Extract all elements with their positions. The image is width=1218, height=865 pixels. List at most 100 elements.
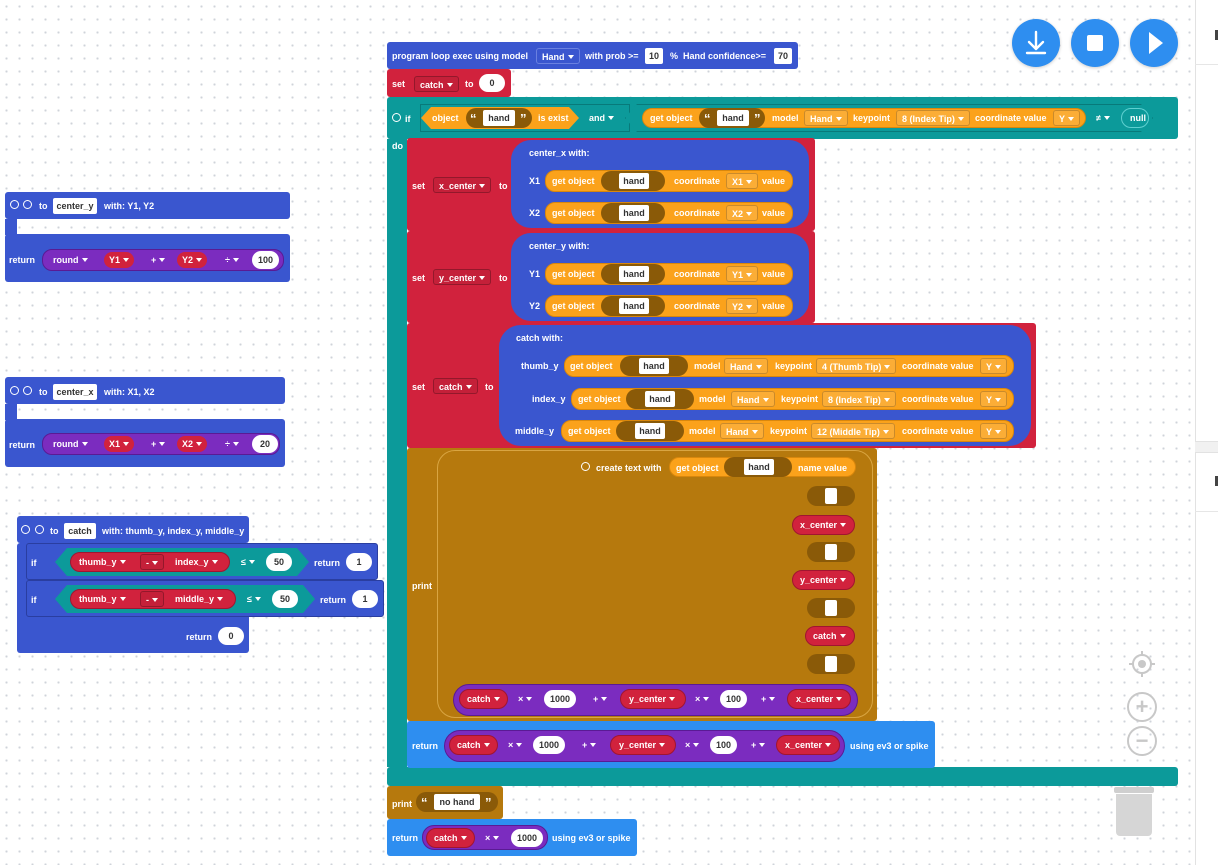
thumb-y-variable[interactable]: thumb_y: [74, 554, 131, 570]
empty-string-text[interactable]: [825, 544, 837, 560]
times-operator[interactable]: ×: [513, 691, 537, 707]
model-dropdown[interactable]: Hand: [731, 391, 775, 407]
keypoint-dropdown[interactable]: 8 (Index Tip): [896, 110, 970, 126]
gear-icon[interactable]: [21, 525, 30, 534]
x-center-variable-dropdown[interactable]: x_center: [433, 177, 492, 193]
catch-variable-label[interactable]: catch: [462, 691, 505, 707]
function-name[interactable]: center_y: [53, 198, 97, 214]
prob-input[interactable]: 10: [645, 48, 663, 64]
hand-text[interactable]: hand: [645, 391, 675, 407]
keypoint-dropdown[interactable]: 4 (Thumb Tip): [816, 358, 897, 374]
hand-text[interactable]: hand: [619, 205, 649, 221]
and-dropdown[interactable]: and: [584, 110, 619, 126]
times-operator[interactable]: ×: [680, 737, 704, 753]
thumb-y-variable[interactable]: thumb_y: [74, 591, 131, 607]
catch-variable-dropdown[interactable]: catch: [414, 76, 459, 92]
keypoint-dropdown[interactable]: 12 (Middle Tip): [811, 423, 895, 439]
divide-operator[interactable]: ÷: [220, 436, 244, 452]
plus-operator[interactable]: +: [588, 691, 612, 707]
times-operator[interactable]: ×: [503, 737, 527, 753]
divide-operator[interactable]: ÷: [220, 252, 244, 268]
x-center-variable-label[interactable]: x_center: [795, 517, 851, 533]
multiplier-input[interactable]: 100: [710, 736, 738, 754]
function-name[interactable]: catch: [64, 523, 96, 539]
divisor-input[interactable]: 100: [252, 251, 280, 269]
y-center-variable-label[interactable]: y_center: [624, 691, 680, 707]
x-center-variable-label[interactable]: x_center: [791, 691, 847, 707]
gear-icon[interactable]: [581, 462, 590, 471]
gear-icon[interactable]: [392, 113, 401, 122]
trash-lid[interactable]: [1114, 787, 1154, 793]
function-name[interactable]: center_x: [53, 384, 97, 400]
y-center-variable-label[interactable]: y_center: [614, 737, 670, 753]
x1-variable[interactable]: X1: [104, 436, 135, 452]
coordinate-dropdown[interactable]: X1: [726, 173, 759, 189]
times-operator[interactable]: ×: [480, 830, 504, 846]
threshold-input[interactable]: 50: [272, 590, 298, 608]
y-center-variable-label[interactable]: y_center: [795, 572, 851, 588]
model-dropdown[interactable]: Hand: [536, 48, 580, 64]
x2-variable[interactable]: X2: [177, 436, 208, 452]
gear-icon[interactable]: [10, 386, 19, 395]
catch-variable-label[interactable]: catch: [429, 830, 472, 846]
coordinate-dropdown[interactable]: Y: [980, 423, 1008, 439]
coordinate-dropdown[interactable]: Y: [980, 391, 1008, 407]
hand-text[interactable]: hand: [639, 358, 669, 374]
le-operator[interactable]: ≤: [236, 554, 260, 570]
multiplier-input[interactable]: 1000: [533, 736, 566, 754]
catch-variable-label[interactable]: catch: [808, 628, 851, 644]
model-dropdown[interactable]: Hand: [724, 358, 768, 374]
plus-operator[interactable]: +: [746, 737, 770, 753]
gear-icon[interactable]: [10, 200, 19, 209]
trash-icon[interactable]: [1116, 794, 1152, 836]
divisor-input[interactable]: 20: [252, 435, 278, 453]
model-dropdown[interactable]: Hand: [804, 110, 848, 126]
empty-string-text[interactable]: [825, 488, 837, 504]
zoom-out-button[interactable]: −: [1127, 726, 1157, 756]
plus-operator[interactable]: +: [756, 691, 780, 707]
zoom-in-button[interactable]: +: [1127, 692, 1157, 722]
empty-string-text[interactable]: [825, 656, 837, 672]
times-operator[interactable]: ×: [690, 691, 714, 707]
hand-text[interactable]: hand: [744, 459, 774, 475]
info-icon[interactable]: [23, 386, 32, 395]
hand-text[interactable]: hand: [483, 110, 515, 126]
plus-operator[interactable]: +: [577, 737, 601, 753]
plus-operator[interactable]: +: [146, 436, 170, 452]
coordinate-dropdown[interactable]: X2: [726, 205, 759, 221]
no-hand-text[interactable]: no hand: [434, 794, 480, 810]
coordinate-dropdown[interactable]: Y: [980, 358, 1008, 374]
minus-operator[interactable]: -: [140, 591, 164, 607]
catch-variable-dropdown[interactable]: catch: [433, 378, 478, 394]
coordinate-dropdown[interactable]: Y: [1053, 110, 1081, 126]
catch-variable-label[interactable]: catch: [452, 737, 495, 753]
multiplier-input[interactable]: 100: [720, 690, 748, 708]
minus-operator[interactable]: -: [140, 554, 164, 570]
x-center-variable-label[interactable]: x_center: [780, 737, 836, 753]
hand-text[interactable]: hand: [619, 298, 649, 314]
return-value[interactable]: 1: [346, 553, 372, 571]
neq-operator[interactable]: ≠: [1091, 110, 1115, 126]
confidence-input[interactable]: 70: [774, 48, 792, 64]
y2-variable[interactable]: Y2: [177, 252, 208, 268]
multiplier-input[interactable]: 1000: [511, 829, 544, 847]
multiplier-input[interactable]: 1000: [544, 690, 577, 708]
info-icon[interactable]: [35, 525, 44, 534]
stop-button[interactable]: [1071, 19, 1119, 67]
hand-text[interactable]: hand: [619, 266, 649, 282]
y-center-variable-dropdown[interactable]: y_center: [433, 269, 492, 285]
hand-text[interactable]: hand: [635, 423, 665, 439]
model-dropdown[interactable]: Hand: [720, 423, 764, 439]
round-dropdown[interactable]: round: [48, 252, 93, 268]
value-input[interactable]: 0: [479, 74, 505, 92]
middle-y-variable[interactable]: middle_y: [170, 591, 228, 607]
coordinate-dropdown[interactable]: Y2: [726, 298, 759, 314]
info-icon[interactable]: [23, 200, 32, 209]
coordinate-dropdown[interactable]: Y1: [726, 266, 759, 282]
index-y-variable[interactable]: index_y: [170, 554, 223, 570]
hand-text[interactable]: hand: [717, 110, 749, 126]
empty-string-text[interactable]: [825, 600, 837, 616]
run-button[interactable]: [1130, 19, 1178, 67]
download-button[interactable]: [1012, 19, 1060, 67]
return-default-value[interactable]: 0: [218, 627, 244, 645]
